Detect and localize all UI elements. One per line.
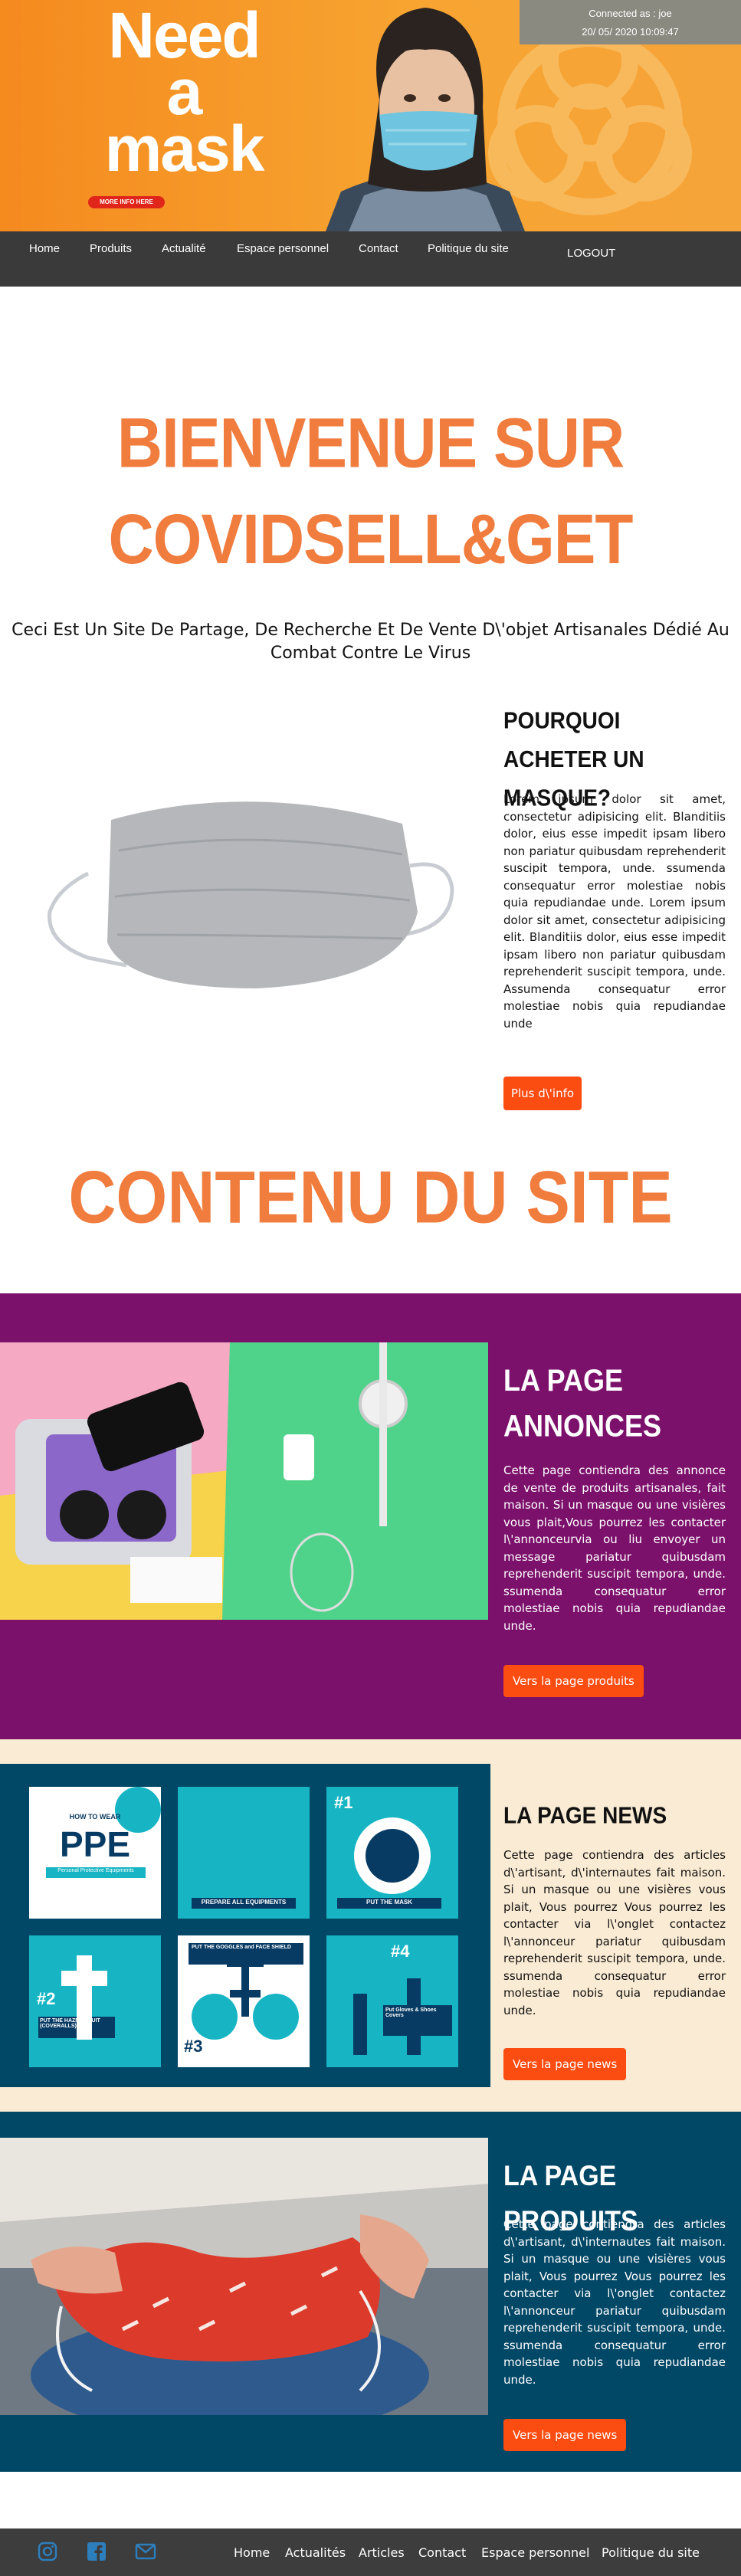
- produits-button[interactable]: Vers la page news: [503, 2419, 627, 2451]
- logout-button[interactable]: LOGOUT: [567, 247, 615, 260]
- footer-espace-personnel[interactable]: Espace personnel: [481, 2545, 589, 2560]
- news-title: LA PAGE NEWS: [503, 1802, 667, 1829]
- hero-banner: Need a mask MORE INFO HERE Connected as …: [0, 0, 741, 231]
- footer: Home Actualités Articles Contact Espace …: [0, 2528, 741, 2576]
- annonces-title-line-1: LA PAGE: [503, 1362, 624, 1398]
- ppe-prepare: PREPARE ALL EQUIPMENTS: [201, 1899, 287, 1906]
- welcome-title: BIENVENUE SUR COVIDSELL&GET: [0, 396, 741, 588]
- ppe-gloves: Put Gloves & Shoes Covers: [385, 2007, 437, 2018]
- produits-text: Cette page contiendra des articles d\'ar…: [503, 2217, 726, 2387]
- logo-line-3: mask: [104, 112, 265, 185]
- ppe-goggles: PUT THE GOGGLES and FACE SHIELD: [192, 1945, 291, 1950]
- accessories-image: [0, 1342, 488, 1620]
- contenu-title: CONTENU DU SITE: [68, 1156, 673, 1239]
- welcome-subtitle: Ceci Est Un Site De Partage, De Recherch…: [11, 621, 730, 663]
- annonces-text: Cette page contiendra des annonce de ven…: [503, 1463, 726, 1633]
- footer-actualites[interactable]: Actualités: [285, 2545, 346, 2560]
- instagram-icon[interactable]: [37, 2541, 58, 2562]
- hero-logo: Need a mask: [84, 3, 284, 185]
- ppe-step-1: #1: [334, 1793, 353, 1812]
- more-info-button[interactable]: MORE INFO HERE: [88, 196, 165, 208]
- hands-mask-image: [0, 2138, 488, 2415]
- ppe-how-to: HOW TO WEAR: [69, 1813, 121, 1821]
- footer-articles[interactable]: Articles: [359, 2545, 405, 2560]
- nav-contact[interactable]: Contact: [359, 242, 398, 255]
- ppe-subtitle: Personal Protective Equipments: [57, 1868, 134, 1873]
- ppe-step-4: #4: [391, 1942, 410, 1961]
- ppe-big-label: PPE: [59, 1824, 131, 1864]
- why-text: Lorem ipsum dolor sit amet, consectetur …: [503, 792, 726, 1031]
- annonces-title: LA PAGE ANNONCES: [503, 1358, 733, 1449]
- footer-home[interactable]: Home: [234, 2545, 270, 2560]
- ppe-step-2: #2: [37, 1989, 56, 2008]
- news-button[interactable]: Vers la page news: [503, 2048, 627, 2080]
- ppe-put-mask: PUT THE MASK: [366, 1899, 412, 1906]
- connected-user: Connected as : joe: [589, 8, 672, 19]
- annonces-button[interactable]: Vers la page produits: [503, 1665, 644, 1697]
- ppe-suit: PUT THE HAZMAT SUIT (COVERALLS): [40, 2018, 100, 2029]
- ppe-infographic: HOW TO WEAR PPE Personal Protective Equi…: [0, 1764, 490, 2087]
- news-text: Cette page contiendra des articles d\'ar…: [503, 1848, 726, 2017]
- annonces-title-line-2: ANNONCES: [503, 1408, 662, 1444]
- grey-mask-image: [48, 801, 454, 988]
- connection-status: Connected as : joe 20/ 05/ 2020 10:09:47: [520, 0, 741, 44]
- woman-with-mask-image: [326, 8, 525, 231]
- welcome-title-line-1: BIENVENUE SUR: [116, 404, 625, 483]
- nav-actualite[interactable]: Actualité: [162, 242, 206, 255]
- facebook-icon[interactable]: [86, 2541, 107, 2562]
- nav-home[interactable]: Home: [29, 242, 60, 255]
- footer-politique[interactable]: Politique du site: [602, 2545, 700, 2560]
- welcome-title-line-2: COVIDSELL&GET: [108, 500, 633, 579]
- nav-espace-personnel[interactable]: Espace personnel: [237, 242, 329, 255]
- mail-icon[interactable]: [135, 2541, 156, 2562]
- ppe-step-3: #3: [184, 2037, 203, 2056]
- main-navbar: Home Produits Actualité Espace personnel…: [0, 231, 741, 287]
- more-info-button-why[interactable]: Plus d\'info: [503, 1077, 582, 1110]
- footer-contact[interactable]: Contact: [418, 2545, 466, 2560]
- connection-datetime: 20/ 05/ 2020 10:09:47: [582, 26, 679, 38]
- nav-produits[interactable]: Produits: [90, 242, 132, 255]
- nav-politique[interactable]: Politique du site: [428, 242, 509, 255]
